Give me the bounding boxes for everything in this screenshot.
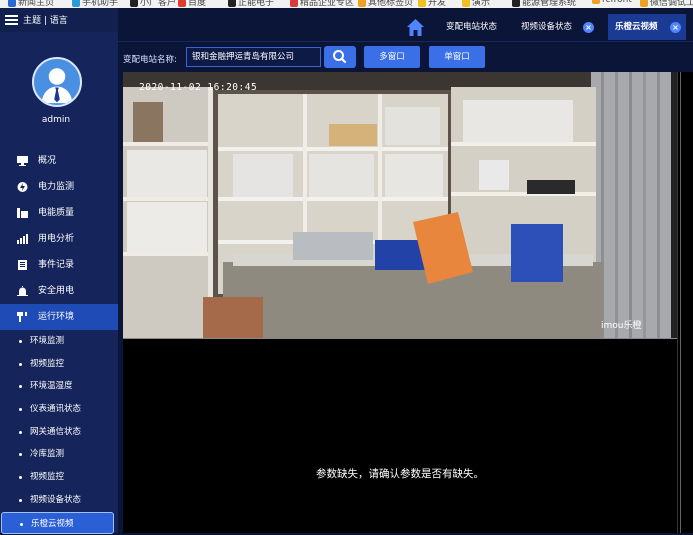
multi-window-button[interactable]: 多窗口 [364, 46, 420, 68]
menu-item-event-log[interactable]: 事件记录 [0, 252, 118, 278]
search-icon [333, 50, 347, 64]
submenu-item-lecheng-video[interactable]: 乐橙云视频 [1, 511, 114, 535]
bookmark-label: 微信调试工具 [650, 0, 693, 8]
menu-label: 安全用电 [38, 286, 75, 296]
tab-substation-status[interactable]: 变配电站状态 [446, 20, 497, 32]
bookmark-label: 演示 [472, 0, 491, 8]
bookmark-item[interactable]: 开发 [418, 0, 446, 8]
bookmark-item[interactable]: 小厂客户 [130, 0, 176, 8]
alarm-icon [17, 286, 28, 296]
bookmark-item[interactable]: 正能电子 [228, 0, 274, 8]
bookmark-item[interactable]: 百度 [178, 0, 206, 8]
bookmark-item[interactable]: 其他标签页 [358, 0, 413, 8]
sidebar-header: 主题 | 语言 [0, 8, 118, 32]
bookmark-icon [228, 0, 236, 7]
avatar [32, 57, 82, 107]
bookmark-label: rcfront [602, 0, 632, 5]
bookmark-item[interactable]: rcfront [592, 0, 632, 5]
bookmark-label: 能源管理系统 [522, 0, 577, 8]
menu-item-power-quality[interactable]: 电能质量 [0, 200, 118, 226]
menu-item-power-monitor[interactable]: 电力监测 [0, 174, 118, 200]
submenu-item-temp-humidity[interactable]: 环境温湿度 [0, 375, 118, 398]
menu-label: 运行环境 [38, 312, 75, 322]
bookmark-item[interactable]: 新闻主页 [8, 0, 54, 8]
bookmark-label: 其他标签页 [368, 0, 414, 8]
error-message: 参数缺失，请确认参数是否有缺失。 [316, 468, 484, 480]
bookmark-item[interactable]: 演示 [462, 0, 490, 8]
bookmark-icon [418, 0, 426, 7]
bookmark-icon [130, 0, 138, 7]
menu-item-safe-electricity[interactable]: 安全用电 [0, 278, 118, 304]
bookmark-icon [290, 0, 298, 7]
bookmark-item[interactable]: 能源管理系统 [512, 0, 576, 8]
submenu-item-video-monitor-2[interactable]: 视频监控 [0, 466, 118, 489]
bookmark-label: 百度 [188, 0, 207, 8]
menu-label: 事件记录 [38, 260, 75, 270]
hamburger-menu-icon[interactable] [5, 15, 18, 25]
main-menu: 概况 电力监测 电能质量 用电分析 事件记录 安全用电 运行环境 环境监测 视频… [0, 148, 118, 535]
bookmark-icon [178, 0, 186, 7]
tab-video-device-status[interactable]: 视频设备状态 [521, 20, 572, 32]
submenu-item-video-device-status[interactable]: 视频设备状态 [0, 489, 118, 512]
video-grid-edge [677, 72, 693, 533]
bookmark-item[interactable]: 手机助手 [72, 0, 118, 8]
quality-icon [17, 208, 28, 218]
menu-label: 概况 [38, 156, 57, 166]
user-name: admin [41, 115, 71, 125]
bookmarks-bar: 新闻主页 手机助手 小厂客户 百度 正能电子 精品企业专区 其他标签页 开发 演示 能源管理系统 r… [0, 0, 693, 8]
bookmark-label: 精品企业专区 [300, 0, 355, 8]
top-bar: 变配电站状态 视频设备状态 × 乐橙云视频 × [118, 8, 693, 42]
home-icon[interactable] [407, 19, 424, 36]
bookmark-icon [462, 0, 470, 7]
menu-item-overview[interactable]: 概况 [0, 148, 118, 174]
bookmark-label: 开发 [428, 0, 447, 8]
environment-icon [17, 312, 27, 322]
menu-item-environment[interactable]: 运行环境 [0, 304, 118, 330]
filter-row: 变配电站名称: 银和金融押运青岛有限公司 多窗口 单窗口 [118, 42, 693, 74]
tab-label: 乐橙云视频 [615, 22, 658, 32]
bookmark-icon [358, 0, 366, 7]
submenu-item-env-monitor[interactable]: 环境监测 [0, 330, 118, 353]
bookmark-icon [72, 0, 80, 7]
bookmark-item[interactable]: 精品企业专区 [290, 0, 354, 8]
bookmark-label: 新闻主页 [18, 0, 55, 8]
menu-item-usage-analysis[interactable]: 用电分析 [0, 226, 118, 252]
monitor-icon [17, 156, 28, 166]
close-icon[interactable]: × [670, 22, 681, 33]
menu-label: 用电分析 [38, 234, 75, 244]
theme-language-switch[interactable]: 主题 | 语言 [23, 13, 68, 26]
bookmark-icon [8, 0, 16, 7]
bookmark-icon [512, 0, 520, 7]
video-feed[interactable]: 2020-11-02 16:20:45 imou乐橙 [123, 72, 677, 338]
camera-scene-image [123, 72, 677, 338]
submenu-item-cold-storage[interactable]: 冷库监测 [0, 443, 118, 466]
sidebar: 主题 | 语言 admin 概况 电力监测 电能质量 用电分析 事件记录 安全用… [0, 8, 118, 535]
search-button[interactable] [324, 46, 356, 68]
close-icon[interactable]: × [583, 22, 594, 33]
bookmark-icon [640, 0, 648, 7]
submenu-item-gateway-comm[interactable]: 网关通信状态 [0, 421, 118, 444]
substation-name-input[interactable]: 银和金融押运青岛有限公司 [186, 47, 321, 67]
tab-lecheng-video-active[interactable]: 乐橙云视频 × [608, 14, 686, 40]
bookmark-label: 小厂客户 [140, 0, 177, 8]
submenu-item-video-monitor[interactable]: 视频监控 [0, 353, 118, 376]
document-icon [18, 260, 27, 270]
video-timestamp: 2020-11-02 16:20:45 [139, 82, 258, 93]
bookmark-item[interactable]: 微信调试工具 [640, 0, 693, 8]
bookmark-label: 正能电子 [238, 0, 275, 8]
submenu-item-meter-comm[interactable]: 仪表通讯状态 [0, 398, 118, 421]
bar-chart-icon [17, 234, 28, 244]
bookmark-icon [592, 0, 600, 4]
bookmark-label: 手机助手 [82, 0, 119, 8]
power-icon [17, 182, 28, 192]
menu-label: 电力监测 [38, 182, 75, 192]
menu-label: 电能质量 [38, 208, 75, 218]
single-window-button[interactable]: 单窗口 [429, 46, 485, 68]
substation-name-label: 变配电站名称: [123, 55, 177, 65]
video-panel-empty[interactable]: 参数缺失，请确认参数是否有缺失。 [123, 338, 677, 533]
video-watermark: imou乐橙 [601, 321, 642, 331]
